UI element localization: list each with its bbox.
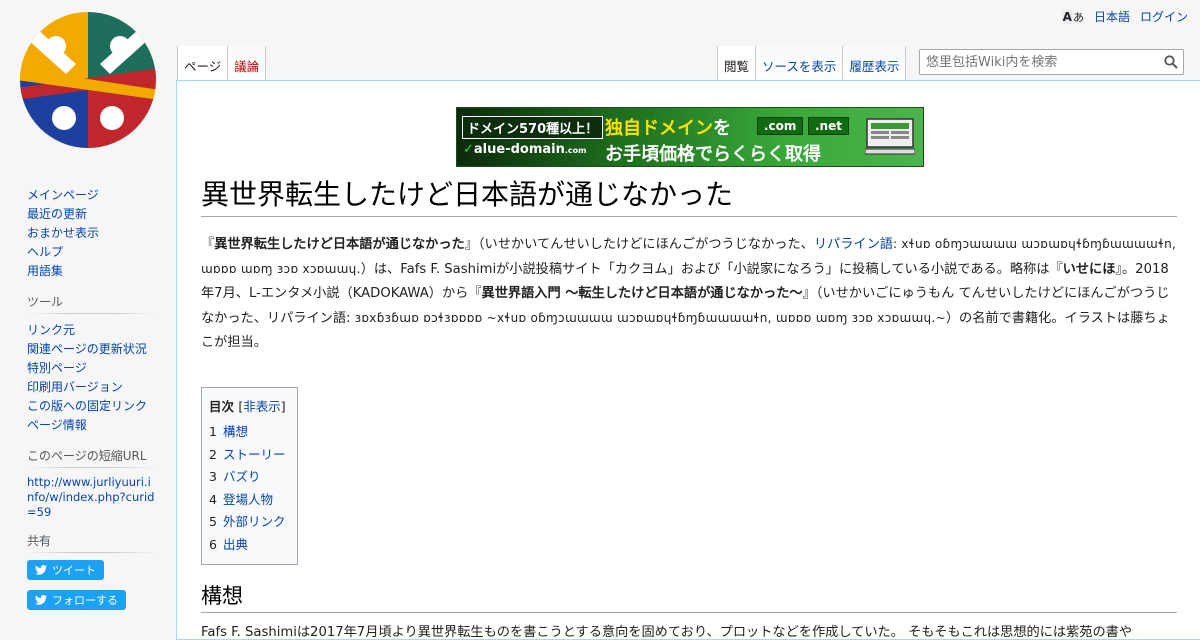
tweet-label: ツイート [52, 564, 96, 577]
toc-item: 1 構想 [209, 424, 248, 439]
banner-tld-com: .com [757, 117, 804, 135]
content-area: ドメイン570種以上！ ✓alue-domain.com 独自ドメインを お手頃… [176, 80, 1200, 640]
toc-item: 5 外部リンク [209, 514, 286, 529]
table-of-contents: 目次 [非表示] 1 構想 2 ストーリー 3 バズり 4 登場人物 5 外部リンク 6出… [201, 387, 298, 565]
search-input[interactable] [920, 50, 1150, 74]
sidebar-item-related-changes[interactable]: 関連ページの更新状況 [27, 342, 147, 356]
sidebar-item-page-info[interactable]: ページ情報 [27, 418, 87, 432]
tweet-button[interactable]: ツイート [27, 560, 104, 580]
ad-banner[interactable]: ドメイン570種以上！ ✓alue-domain.com 独自ドメインを お手頃… [456, 107, 924, 167]
login-link[interactable]: ログイン [1140, 8, 1188, 25]
toc-item: 2 ストーリー [209, 446, 286, 462]
view-tabs: 閲覧 ソースを表示 履歴表示 [717, 46, 907, 80]
banner-tld-net: .net [808, 117, 849, 135]
toc-link-concept[interactable]: 構想 [223, 424, 248, 439]
bold-book-title: 異世界語入門 〜転生したけど日本語が通じなかった〜 [481, 286, 803, 301]
bold-title: 異世界転生したけど日本語が通じなかった [214, 237, 465, 252]
share-heading: 共有 [27, 532, 157, 554]
tab-view-source[interactable]: ソースを表示 [755, 46, 843, 80]
sidebar-item-special-pages[interactable]: 特別ページ [27, 361, 87, 375]
site-logo[interactable] [16, 8, 160, 152]
search-icon[interactable] [1164, 55, 1178, 69]
section-text: Fafs F. Sashimiは2017年7月頃より異世界転生ものを書こうとする… [201, 625, 1133, 640]
banner-headline: 独自ドメインを [605, 118, 731, 139]
shorturl-heading: このページの短縮URL [27, 447, 157, 469]
shorturl-link[interactable]: http://www.jurliyuuri.info/w/index.php?c… [27, 475, 154, 519]
toc-item: 4 登場人物 [209, 491, 273, 507]
tools-portal: ツール リンク元 関連ページの更新状況 特別ページ 印刷用バージョン この版への… [27, 293, 157, 435]
sidebar-item-permalink[interactable]: この版への固定リンク [27, 399, 147, 413]
shorturl-portal: このページの短縮URL http://www.jurliyuuri.info/w… [27, 447, 157, 520]
tab-history[interactable]: 履歴表示 [842, 46, 907, 80]
tools-heading: ツール [27, 293, 157, 315]
follow-button[interactable]: フォローする [27, 590, 126, 610]
toc-item: 6 出典 [209, 536, 248, 552]
toc-link-external[interactable]: 外部リンク [223, 514, 286, 529]
sidebar-item-random[interactable]: おまかせ表示 [27, 226, 99, 240]
language-icon[interactable]: Aあ [1061, 9, 1084, 25]
search-box [919, 49, 1184, 75]
tab-talk[interactable]: 議論 [227, 46, 267, 80]
sidebar-item-what-links-here[interactable]: リンク元 [27, 323, 75, 337]
tab-read[interactable]: 閲覧 [717, 46, 756, 80]
twitter-bird-icon [35, 565, 47, 575]
banner-badge: ドメイン570種以上！ [462, 116, 604, 139]
toc-toggle[interactable]: 非表示 [243, 399, 281, 414]
share-portal: 共有 ツイート フォローする [27, 532, 157, 620]
toc-link-characters[interactable]: 登場人物 [223, 492, 273, 507]
toc-link-buzz[interactable]: バズり [223, 469, 261, 484]
bold-short-name: いせにほ [1062, 262, 1116, 277]
toc-item: 3 バズり [209, 469, 261, 484]
language-link[interactable]: 日本語 [1094, 8, 1130, 25]
sidebar: メインページ 最近の更新 おまかせ表示 ヘルプ 用語集 ツール リンク元 関連ペ… [0, 180, 176, 632]
toc-link-story[interactable]: ストーリー [223, 447, 286, 462]
page-title: 異世界転生したけど日本語が通じなかった [201, 177, 1177, 218]
sidebar-item-recent-changes[interactable]: 最近の更新 [27, 207, 87, 221]
banner-subline: お手頃価格でらくらく取得 [605, 144, 821, 165]
personal-tools: Aあ 日本語 ログイン [1061, 8, 1188, 25]
article-intro: 『異世界転生したけど日本語が通じなかった』（いせかいてんせいしたけどにほんごがつ… [201, 237, 1177, 350]
sidebar-item-glossary[interactable]: 用語集 [27, 264, 63, 278]
toc-title: 目次 [非表示] [209, 399, 286, 414]
computer-icon [865, 118, 915, 155]
sidebar-item-printable[interactable]: 印刷用バージョン [27, 380, 123, 394]
namespace-tabs: ページ 議論 [177, 46, 267, 80]
nav-portal: メインページ 最近の更新 おまかせ表示 ヘルプ 用語集 [27, 186, 157, 281]
banner-logo: ✓alue-domain.com [463, 142, 587, 157]
tab-page[interactable]: ページ [177, 46, 228, 80]
toc-link-sources[interactable]: 出典 [223, 537, 248, 552]
sidebar-item-main-page[interactable]: メインページ [27, 188, 99, 202]
ripaine-language-link[interactable]: リパライン語 [814, 237, 893, 252]
sidebar-item-help[interactable]: ヘルプ [27, 245, 63, 259]
section-heading-concept: 構想 [201, 583, 1177, 614]
follow-label: フォローする [52, 594, 118, 607]
twitter-bird-icon [35, 595, 47, 605]
